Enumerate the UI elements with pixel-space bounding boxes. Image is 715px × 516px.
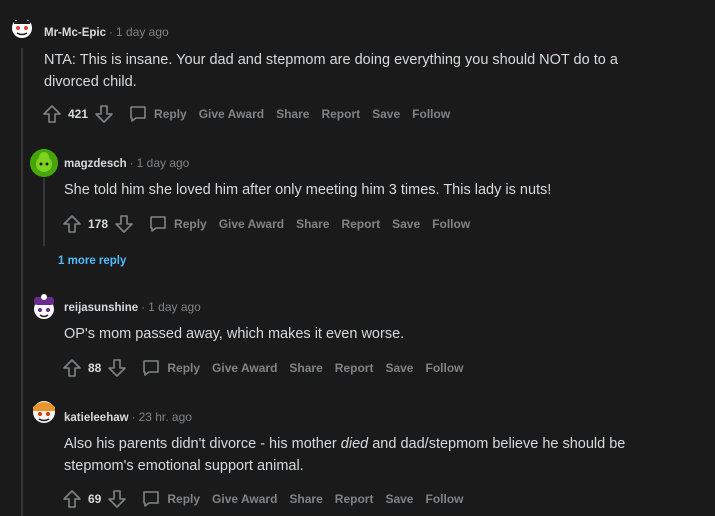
separator: · [141, 300, 146, 314]
share-button[interactable]: Share [296, 217, 329, 231]
separator: · [131, 410, 136, 424]
comment-meta: magzdesch · 1 day ago [64, 156, 189, 170]
comment-bubble-icon [128, 105, 148, 123]
report-button[interactable]: Report [321, 107, 360, 121]
vote-count: 421 [68, 107, 89, 121]
report-button[interactable]: Report [341, 217, 380, 231]
downvote-icon[interactable] [94, 104, 114, 124]
report-button[interactable]: Report [335, 492, 374, 506]
timestamp[interactable]: 23 hr. ago [139, 410, 192, 424]
upvote-icon[interactable] [42, 104, 62, 124]
downvote-icon[interactable] [107, 489, 127, 509]
snoo-avatar-icon [30, 149, 58, 177]
comment-actions: 69 Reply Give Award Share Report Save Fo… [62, 487, 463, 511]
separator: · [129, 156, 134, 170]
follow-button[interactable]: Follow [412, 107, 450, 121]
timestamp[interactable]: 1 day ago [137, 156, 190, 170]
snoo-avatar-icon [12, 12, 32, 38]
timestamp[interactable]: 1 day ago [148, 300, 201, 314]
report-button[interactable]: Report [335, 361, 374, 375]
comment-actions: 178 Reply Give Award Share Report Save F… [62, 212, 470, 236]
give-award-button[interactable]: Give Award [199, 107, 264, 121]
reply-label: Reply [154, 107, 187, 121]
comment-meta: katieleehaw · 23 hr. ago [64, 410, 192, 424]
give-award-button[interactable]: Give Award [212, 492, 277, 506]
upvote-icon[interactable] [62, 489, 82, 509]
follow-button[interactable]: Follow [425, 492, 463, 506]
follow-button[interactable]: Follow [425, 361, 463, 375]
comment-bubble-icon [141, 359, 161, 377]
avatar[interactable] [30, 149, 58, 177]
snoo-avatar-icon [33, 401, 55, 423]
comment-body: She told him she loved him after only me… [64, 182, 552, 198]
comment-actions: 88 Reply Give Award Share Report Save Fo… [62, 356, 463, 380]
avatar[interactable] [30, 293, 58, 321]
comment-meta: reijasunshine · 1 day ago [64, 300, 201, 314]
share-button[interactable]: Share [289, 361, 322, 375]
reply-button[interactable]: Reply [141, 359, 200, 377]
avatar[interactable] [30, 397, 58, 425]
follow-button[interactable]: Follow [432, 217, 470, 231]
save-button[interactable]: Save [385, 361, 413, 375]
thread-line[interactable] [43, 178, 45, 246]
comment-text: Also his parents didn't divorce - his mo… [64, 436, 341, 452]
vote-count: 69 [88, 492, 102, 506]
share-button[interactable]: Share [289, 492, 322, 506]
reply-button[interactable]: Reply [141, 490, 200, 508]
downvote-icon[interactable] [114, 214, 134, 234]
comment-body: NTA: This is insane. Your dad and stepmo… [44, 52, 618, 90]
snoo-avatar-icon [34, 294, 54, 319]
separator: · [108, 25, 113, 39]
reply-label: Reply [167, 492, 201, 506]
comment-bubble-icon [141, 490, 161, 508]
share-button[interactable]: Share [276, 107, 309, 121]
username[interactable]: magzdesch [64, 158, 127, 170]
reply-label: Reply [167, 361, 201, 375]
vote-count: 178 [88, 217, 109, 231]
vote-count: 88 [88, 361, 102, 375]
upvote-icon[interactable] [62, 214, 82, 234]
more-replies-link[interactable]: 1 more reply [58, 255, 126, 267]
comment-actions: 421 Reply Give Award Share Report Save F… [42, 102, 450, 126]
username[interactable]: Mr-Mc-Epic [44, 27, 106, 39]
reply-label: Reply [174, 217, 207, 231]
save-button[interactable]: Save [392, 217, 420, 231]
timestamp[interactable]: 1 day ago [116, 25, 169, 39]
reply-button[interactable]: Reply [128, 105, 187, 123]
username[interactable]: reijasunshine [64, 302, 138, 314]
comment-body: OP's mom passed away, which makes it eve… [64, 326, 405, 342]
give-award-button[interactable]: Give Award [219, 217, 284, 231]
comment-body: Also his parents didn't divorce - his mo… [64, 433, 664, 477]
username[interactable]: katieleehaw [64, 412, 129, 424]
save-button[interactable]: Save [372, 107, 400, 121]
comment-meta: Mr-Mc-Epic · 1 day ago [44, 25, 169, 39]
upvote-icon[interactable] [62, 358, 82, 378]
comment-text-emphasis: died [340, 436, 369, 452]
avatar[interactable] [8, 12, 36, 40]
thread-line[interactable] [21, 48, 23, 516]
downvote-icon[interactable] [107, 358, 127, 378]
comment-bubble-icon [148, 215, 168, 233]
save-button[interactable]: Save [385, 492, 413, 506]
give-award-button[interactable]: Give Award [212, 361, 277, 375]
reply-button[interactable]: Reply [148, 215, 207, 233]
